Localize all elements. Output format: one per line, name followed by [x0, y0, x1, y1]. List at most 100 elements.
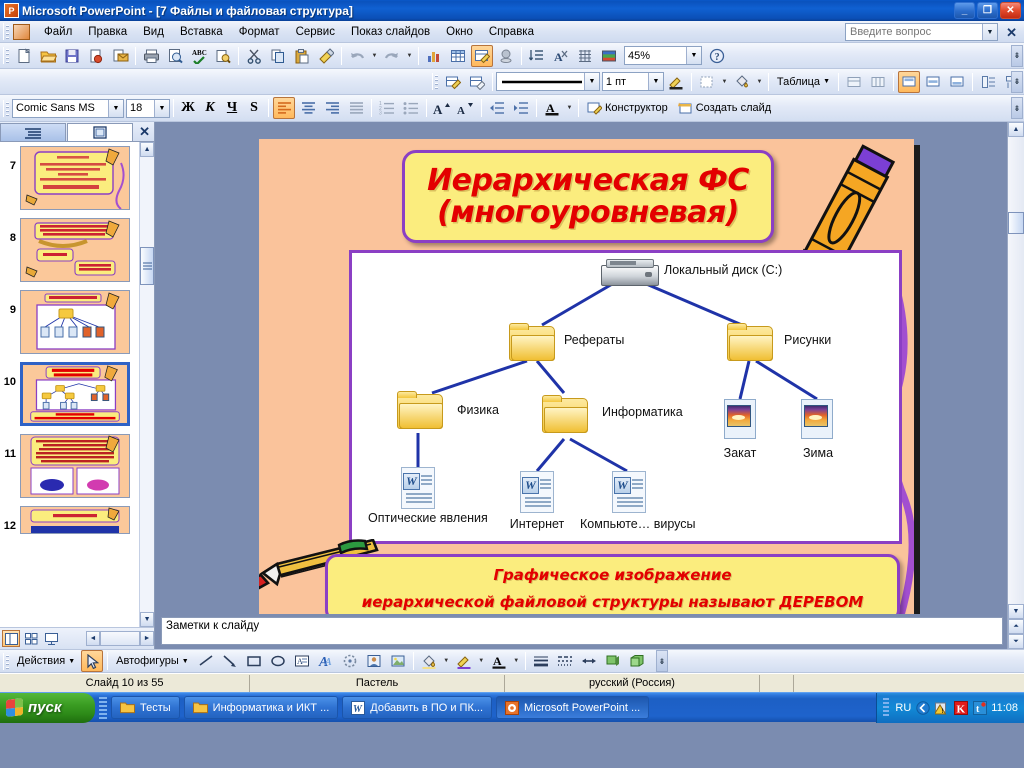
tree-node-virusy[interactable]: W — [612, 471, 646, 513]
normal-view-button[interactable] — [2, 630, 20, 647]
dash-style-icon[interactable] — [554, 650, 576, 672]
clipart-icon[interactable] — [363, 650, 385, 672]
close-button[interactable]: ✕ — [1000, 2, 1021, 19]
font-color-dropdown-icon[interactable]: ▼ — [511, 650, 522, 672]
save-icon[interactable] — [61, 45, 83, 67]
picture-icon[interactable] — [387, 650, 409, 672]
email-icon[interactable] — [109, 45, 131, 67]
messenger-icon[interactable] — [915, 700, 930, 715]
slides-pane-scrollbar[interactable]: ▲ ▼ — [139, 142, 154, 627]
font-color-dropdown-icon[interactable]: ▼ — [564, 97, 575, 119]
table-menu-button[interactable]: Таблица ▼ — [772, 74, 835, 90]
insert-hyperlink-icon[interactable] — [495, 45, 517, 67]
hscroll-right-icon[interactable]: ► — [140, 631, 154, 646]
hscrollbar-track[interactable] — [100, 631, 140, 646]
copy-icon[interactable] — [267, 45, 289, 67]
chevron-down-icon[interactable]: ▼ — [583, 73, 599, 90]
kaspersky-icon[interactable]: K — [953, 700, 968, 715]
scroll-down-icon[interactable]: ▼ — [1008, 604, 1024, 619]
menu-format[interactable]: Формат — [231, 23, 288, 41]
font-size-combo[interactable]: 18 ▼ — [126, 98, 170, 118]
line-icon[interactable] — [195, 650, 217, 672]
permission-icon[interactable] — [85, 45, 107, 67]
list-item[interactable]: 10 — [0, 362, 139, 428]
ask-a-question-box[interactable]: Введите вопрос ▼ — [845, 23, 998, 41]
spelling-icon[interactable]: ABC — [188, 45, 210, 67]
slide-caption-box[interactable]: Графическое изображение иерархической фа… — [325, 554, 900, 622]
slide-area-scrollbar[interactable]: ▲ ▼ ⏶ ⏷ — [1007, 122, 1024, 649]
align-top-icon[interactable] — [898, 70, 920, 93]
undo-icon[interactable] — [346, 45, 368, 67]
align-right-icon[interactable] — [321, 97, 343, 119]
file-tree-diagram[interactable]: Локальный диск (C:) Рефераты Рисунки Физ… — [349, 250, 902, 544]
slide-canvas[interactable]: Иерархическая ФС (многоуровневая) Локаль… — [259, 139, 920, 637]
autoshapes-menu-button[interactable]: Автофигуры ▼ — [111, 653, 194, 669]
hscroll-left-icon[interactable]: ◄ — [86, 631, 100, 646]
tree-node-referaty[interactable] — [509, 323, 555, 361]
cut-icon[interactable] — [243, 45, 265, 67]
scroll-down-icon[interactable]: ▼ — [140, 612, 154, 627]
color-scheme-icon[interactable] — [598, 45, 620, 67]
taskbar-item-powerpoint[interactable]: Microsoft PowerPoint ... — [496, 696, 650, 719]
paste-icon[interactable] — [291, 45, 313, 67]
taskbar-item-informatika[interactable]: Информатика и ИКТ ... — [183, 696, 339, 719]
menu-help[interactable]: Справка — [481, 23, 542, 41]
zoom-combo[interactable]: 45% ▼ — [624, 46, 702, 65]
slide-title-box[interactable]: Иерархическая ФС (многоуровневая) — [402, 150, 774, 243]
outside-borders-icon[interactable] — [696, 71, 718, 93]
text-box-icon[interactable]: A — [291, 650, 313, 672]
open-folder-icon[interactable] — [37, 45, 59, 67]
research-icon[interactable] — [212, 45, 234, 67]
slide-thumbnail-selected[interactable] — [20, 362, 130, 426]
3d-style-icon[interactable] — [626, 650, 648, 672]
previous-slide-icon[interactable]: ⏶ — [1008, 619, 1024, 634]
tree-node-informatika[interactable] — [542, 395, 588, 433]
scrollbar-thumb[interactable] — [1008, 212, 1024, 234]
list-item[interactable]: 11 — [0, 434, 139, 500]
chevron-down-icon[interactable]: ▼ — [154, 99, 169, 117]
line-color-icon[interactable] — [453, 650, 475, 672]
line-color-dropdown-icon[interactable]: ▼ — [476, 650, 487, 672]
chevron-down-icon[interactable]: ▼ — [982, 24, 997, 40]
align-center-icon[interactable] — [297, 97, 319, 119]
notes-icon[interactable]: t — [972, 700, 987, 715]
slide-thumbnail[interactable] — [20, 506, 130, 534]
tree-node-zakat[interactable] — [724, 399, 756, 439]
draw-table-icon[interactable] — [442, 71, 464, 93]
restore-button[interactable]: ❐ — [977, 2, 998, 19]
slide-thumbnail[interactable] — [20, 290, 130, 354]
show-formatting-icon[interactable]: A — [550, 45, 572, 67]
tree-node-fizika[interactable] — [397, 391, 443, 429]
actions-menu-button[interactable]: Действия ▼ — [12, 653, 80, 669]
chevron-down-icon[interactable]: ▼ — [686, 47, 701, 64]
slide-thumbnail[interactable] — [20, 218, 130, 282]
print-preview-icon[interactable] — [164, 45, 186, 67]
tree-node-zima[interactable] — [801, 399, 833, 439]
increase-font-icon[interactable]: A — [431, 97, 453, 119]
toolbar-options-icon[interactable]: ⇟ — [1011, 97, 1023, 119]
italic-button[interactable]: К — [199, 97, 221, 119]
rectangle-icon[interactable] — [243, 650, 265, 672]
slide-show-button[interactable] — [42, 630, 60, 647]
merge-cells-icon[interactable] — [843, 71, 865, 93]
scroll-up-icon[interactable]: ▲ — [1008, 122, 1024, 137]
designer-button[interactable]: Конструктор — [582, 99, 673, 117]
slide-thumbnail[interactable] — [20, 146, 130, 210]
menu-grip[interactable] — [3, 23, 10, 40]
toolbar-options-icon[interactable]: ⇟ — [1011, 70, 1023, 93]
font-color-icon[interactable]: A — [488, 650, 510, 672]
menu-file[interactable]: Файл — [36, 23, 80, 41]
taskbar-grip[interactable] — [99, 696, 107, 719]
minimize-button[interactable]: _ — [954, 2, 975, 19]
font-name-combo[interactable]: Comic Sans MS ▼ — [12, 98, 124, 118]
toolbar-grip[interactable] — [3, 652, 10, 670]
shadow-button[interactable]: S — [243, 97, 265, 119]
bold-button[interactable]: Ж — [177, 97, 199, 119]
fill-color-icon[interactable] — [731, 71, 753, 93]
show-grid-icon[interactable] — [574, 45, 596, 67]
underline-button[interactable]: Ч — [221, 97, 243, 119]
slides-tab[interactable] — [67, 123, 133, 141]
menu-view[interactable]: Вид — [135, 23, 172, 41]
numbered-list-icon[interactable]: 123 — [376, 97, 398, 119]
notes-pane[interactable]: Заметки к слайду — [155, 614, 1007, 649]
